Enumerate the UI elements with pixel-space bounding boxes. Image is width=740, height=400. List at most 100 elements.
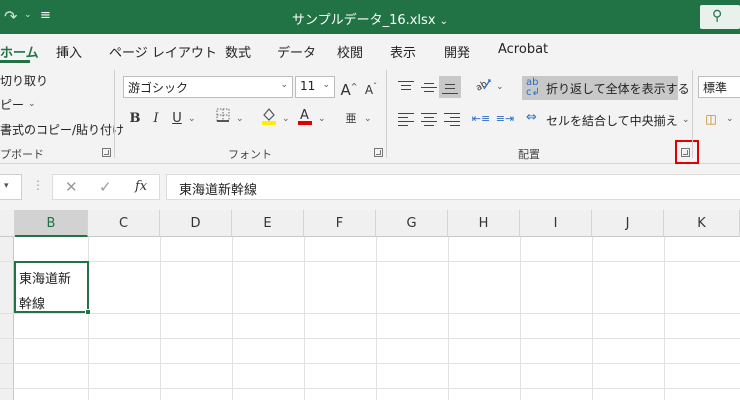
align-center-icon[interactable] (421, 112, 437, 126)
window-title[interactable]: サンプルデータ_16.xlsx ⌄ (0, 9, 740, 28)
align-right-icon[interactable] (444, 112, 460, 126)
borders-dropdown-icon[interactable]: ⌄ (236, 114, 244, 124)
column-header-i[interactable]: I (520, 210, 592, 237)
search-box[interactable]: ⚲ (700, 5, 740, 29)
search-icon: ⚲ (712, 8, 723, 24)
format-painter-button[interactable]: 書式のコピー/貼り付け (0, 121, 124, 138)
merge-center-icon: ⇔ (526, 110, 537, 125)
font-color-dropdown-icon[interactable]: ⌄ (318, 114, 326, 124)
formula-content: 東海道新幹線 (179, 183, 258, 198)
formula-bar-grip-icon[interactable]: ⋮ (32, 178, 44, 192)
phonetic-dropdown-icon[interactable]: ⌄ (364, 114, 372, 124)
active-cell[interactable]: 東海道新 幹線 (14, 261, 91, 315)
svg-text:A: A (300, 108, 309, 123)
copy-dropdown-icon[interactable]: ⌄ (28, 99, 36, 109)
tab-insert[interactable]: 挿入 (56, 42, 82, 61)
insert-function-icon[interactable]: fx (135, 179, 147, 194)
wrap-text-button[interactable]: ab c↲ 折り返して全体を表示する (522, 76, 690, 100)
orientation-dropdown-icon[interactable]: ⌄ (496, 82, 504, 92)
column-header-g[interactable]: G (376, 210, 448, 237)
column-line (664, 237, 665, 400)
tab-developer[interactable]: 開発 (444, 42, 470, 61)
align-bottom-button[interactable] (439, 76, 461, 98)
column-headers: B C D E F G H I J K (0, 210, 740, 237)
font-size-combo[interactable]: 11 ⌄ (295, 76, 335, 98)
title-caret-icon: ⌄ (439, 16, 449, 27)
tab-review[interactable]: 校閲 (337, 42, 363, 61)
wrap-text-label: 折り返して全体を表示する (546, 82, 690, 96)
number-format-combo[interactable]: 標準 (698, 76, 740, 98)
borders-icon[interactable] (212, 108, 234, 130)
increase-indent-icon[interactable]: ≡⇥ (494, 108, 516, 130)
bold-button[interactable]: B (124, 108, 146, 130)
grow-font-icon[interactable]: A^ (338, 76, 360, 99)
enter-icon[interactable]: ✓ (99, 178, 112, 196)
formula-bar: ▾ ⋮ ✕ ✓ fx 東海道新幹線 (0, 164, 740, 210)
number-format-value: 標準 (703, 81, 728, 95)
font-color-icon[interactable]: A (294, 106, 316, 128)
group-divider (386, 70, 387, 158)
font-name-combo[interactable]: 游ゴシック ⌄ (123, 76, 293, 98)
accounting-format-icon[interactable]: ◫ (700, 108, 722, 130)
tab-home[interactable]: ホーム (0, 42, 39, 61)
column-line (520, 237, 521, 400)
alignment-group-label: 配置 (518, 148, 540, 161)
tab-acrobat[interactable]: Acrobat (498, 42, 548, 57)
cancel-icon[interactable]: ✕ (65, 178, 78, 196)
merge-center-button[interactable]: ⇔ セルを結合して中央揃え ⌄ (522, 108, 692, 130)
font-size-dropdown-icon: ⌄ (322, 80, 330, 90)
fill-color-icon[interactable] (258, 106, 280, 128)
tab-page-layout[interactable]: ページ レイアウト (109, 42, 217, 61)
column-header-c[interactable]: C (88, 210, 160, 237)
cell-grid[interactable] (0, 237, 740, 400)
svg-text:ab: ab (474, 79, 489, 92)
active-tab-indicator (0, 60, 30, 63)
fill-color-dropdown-icon[interactable]: ⌄ (282, 114, 290, 124)
column-header-j[interactable]: J (592, 210, 664, 237)
align-left-icon[interactable] (398, 112, 414, 126)
align-top-icon[interactable] (398, 80, 414, 94)
underline-dropdown-icon[interactable]: ⌄ (188, 114, 196, 124)
row-line (0, 338, 740, 339)
column-line (304, 237, 305, 400)
fill-handle[interactable] (85, 309, 91, 315)
shrink-font-icon[interactable]: Aˇ (360, 76, 382, 98)
align-bottom-icon (442, 80, 458, 94)
column-header-b[interactable]: B (15, 210, 88, 237)
clipboard-group-label: プボード (0, 148, 44, 161)
column-line (448, 237, 449, 400)
cut-button[interactable]: 切り取り (0, 72, 48, 89)
tab-formulas[interactable]: 数式 (225, 42, 251, 61)
column-header-h[interactable]: H (448, 210, 520, 237)
italic-button[interactable]: I (145, 108, 167, 130)
accounting-dropdown-icon[interactable]: ⌄ (726, 114, 734, 124)
tab-data[interactable]: データ (277, 42, 316, 61)
merge-center-label: セルを結合して中央揃え (546, 114, 678, 128)
clipboard-launcher-icon[interactable] (102, 148, 111, 157)
tab-view[interactable]: 表示 (390, 42, 416, 61)
column-header-d[interactable]: D (160, 210, 232, 237)
column-header-e[interactable]: E (232, 210, 304, 237)
underline-button[interactable]: U (166, 108, 188, 130)
font-group-label: フォント (228, 148, 272, 161)
align-middle-icon[interactable] (421, 80, 437, 94)
corner-select-all[interactable] (0, 210, 15, 237)
copy-button[interactable]: ピー (0, 96, 24, 113)
formula-input[interactable]: 東海道新幹線 (166, 174, 740, 200)
phonetic-guide-icon[interactable]: 亜 (340, 108, 362, 130)
name-box[interactable]: ▾ (0, 174, 22, 200)
formula-buttons: ✕ ✓ fx (52, 174, 160, 200)
shrink-font-glyph: A (364, 83, 374, 97)
column-header-f[interactable]: F (304, 210, 376, 237)
decrease-indent-icon[interactable]: ⇤≡ (470, 108, 492, 130)
column-header-k[interactable]: K (664, 210, 740, 237)
grow-font-glyph: A (340, 81, 351, 99)
ribbon: 切り取り ピー ⌄ 書式のコピー/貼り付け プボード 游ゴシック ⌄ 11 ⌄ … (0, 64, 740, 164)
font-name-value: 游ゴシック (128, 81, 189, 95)
font-name-dropdown-icon: ⌄ (280, 80, 288, 90)
file-name: サンプルデータ_16.xlsx (291, 13, 436, 28)
orientation-icon[interactable]: ab (472, 76, 494, 98)
font-launcher-icon[interactable] (374, 148, 383, 157)
column-line (376, 237, 377, 400)
row-line (0, 363, 740, 364)
